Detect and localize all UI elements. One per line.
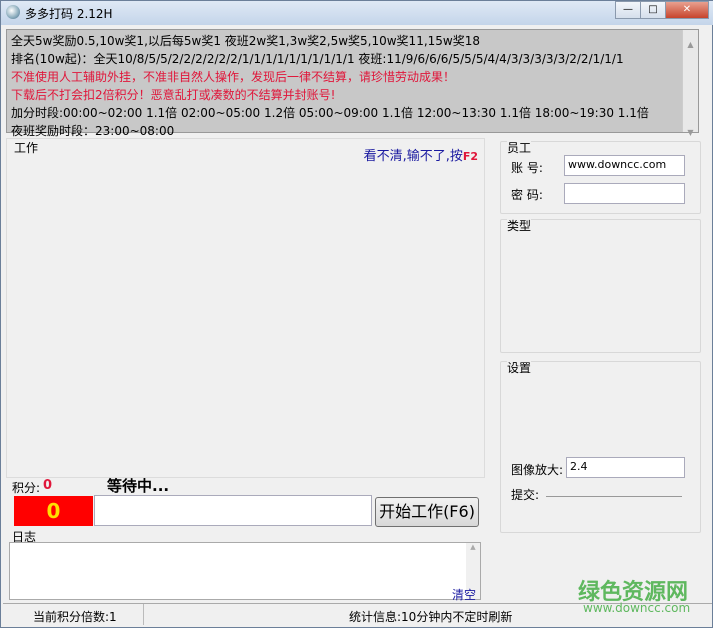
submit-label: 提交:: [511, 488, 540, 502]
start-work-button[interactable]: 开始工作(F6): [375, 497, 479, 527]
notice-scrollbar[interactable]: ▲ ▼: [682, 30, 698, 137]
notice-line: 排名(10w起)：全天10/8/5/5/2/2/2/2/2/2/1/1/1/1/…: [11, 52, 624, 66]
maximize-button[interactable]: □: [640, 1, 666, 19]
type-label: 类型: [507, 217, 532, 234]
close-button[interactable]: ✕: [665, 1, 709, 19]
status-divider: [143, 604, 144, 625]
work-panel: 工作 看不清,输不了,按F2: [6, 138, 485, 478]
minimize-button[interactable]: —: [615, 1, 641, 19]
account-input[interactable]: www.downcc.com: [564, 155, 685, 176]
employee-label: 员工: [507, 139, 532, 156]
zoom-input[interactable]: 2.4: [566, 457, 685, 478]
multiplier-status: 当前积分倍数:1: [33, 610, 117, 624]
account-label: 账 号:: [511, 161, 543, 175]
answer-input[interactable]: [94, 495, 372, 526]
employee-group: 员工 账 号: www.downcc.com 密 码:: [500, 139, 701, 214]
work-status: 等待中...: [107, 477, 170, 495]
clear-log-link[interactable]: 清空: [452, 586, 476, 603]
zoom-label: 图像放大:: [511, 463, 564, 477]
notice-line: 全天5w奖励0.5,10w奖1,以后每5w奖1 夜班2w奖1,3w奖2,5w奖5…: [11, 34, 480, 48]
watermark-url: www.downcc.com: [583, 601, 691, 615]
title-bar: 多多打码 2.12H — □ ✕: [1, 1, 713, 25]
work-label: 工作: [14, 141, 39, 155]
password-label: 密 码:: [511, 188, 543, 202]
stats-status: 统计信息:10分钟内不定时刷新: [349, 610, 513, 624]
counter-display: 0: [14, 496, 93, 526]
log-area[interactable]: ▲: [9, 542, 481, 600]
type-group: 类型: [500, 217, 701, 353]
settings-label: 设置: [507, 359, 532, 376]
password-input[interactable]: [564, 183, 685, 204]
score-value: 0: [43, 478, 53, 493]
submit-progress: [546, 496, 682, 497]
notice-box: 全天5w奖励0.5,10w奖1,以后每5w奖1 夜班2w奖1,3w奖2,5w奖5…: [6, 29, 699, 138]
notice-line: 加分时段:00:00~02:00 1.1倍 02:00~05:00 1.2倍 0…: [11, 106, 649, 120]
notice-warning: 不准使用人工辅助外挂，不准非自然人操作，发现后一律不结算，请珍惜劳动成果！: [11, 70, 456, 84]
app-icon: [6, 5, 20, 19]
refresh-hint[interactable]: 看不清,输不了,按F2: [364, 145, 478, 164]
refresh-hint-text: 看不清,输不了,按: [363, 149, 463, 164]
refresh-hint-key: F2: [462, 150, 478, 163]
window-title: 多多打码 2.12H: [25, 7, 113, 21]
score-label: 积分:: [12, 481, 41, 495]
notice-warning: 下载后不打会扣2倍积分！恶意乱打或凑数的不结算并封账号!: [11, 88, 336, 102]
settings-group: 设置 图像放大: 2.4 提交:: [500, 359, 701, 533]
